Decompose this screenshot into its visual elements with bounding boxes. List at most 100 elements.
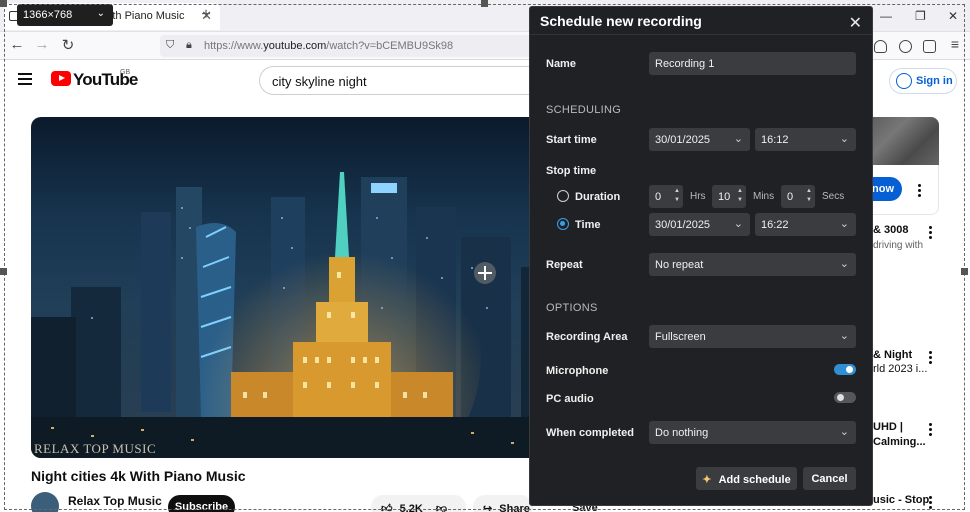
- rec-title-2[interactable]: & Night: [873, 349, 912, 361]
- duration-label[interactable]: Duration: [575, 191, 620, 203]
- pocket-icon[interactable]: [874, 40, 887, 53]
- start-time-value: 16:12: [761, 134, 789, 146]
- more-options-icon[interactable]: [929, 226, 933, 241]
- forward-icon[interactable]: →: [32, 36, 52, 53]
- channel-name[interactable]: Relax Top Music: [68, 494, 162, 508]
- recording-area-select[interactable]: Fullscreen ⌄: [649, 325, 856, 348]
- when-completed-select[interactable]: Do nothing ⌄: [649, 421, 856, 444]
- thumbs-up-icon[interactable]: 👍︎: [381, 503, 393, 512]
- rec-title-2b[interactable]: rld 2023 i...: [873, 363, 927, 375]
- subscribe-button[interactable]: Subscribe: [168, 495, 235, 512]
- add-schedule-label: Add schedule: [718, 474, 791, 486]
- channel-avatar[interactable]: [31, 492, 59, 512]
- start-date-value: 30/01/2025: [655, 134, 711, 146]
- stepper-arrows-icon[interactable]: ▲ ▼: [806, 187, 812, 205]
- resize-handle[interactable]: [481, 0, 488, 7]
- thumbs-down-icon[interactable]: 👎︎: [436, 503, 447, 512]
- address-bar[interactable]: ⛉ 🔒︎ https://www.youtube.com/watch?v=bCE…: [160, 35, 540, 57]
- extensions-icon[interactable]: [923, 40, 936, 53]
- share-button[interactable]: ↪ Share: [473, 495, 533, 512]
- rec-title-4[interactable]: usic - Stop: [873, 494, 929, 506]
- window-close-button[interactable]: ✕: [948, 9, 958, 23]
- duration-radio[interactable]: [557, 190, 569, 202]
- stepper-arrows-icon[interactable]: ▲ ▼: [674, 187, 680, 205]
- url-text: https://www.youtube.com/watch?v=bCEMBU9S…: [204, 40, 454, 52]
- back-icon[interactable]: ←: [7, 36, 27, 53]
- stop-time-value: 16:22: [761, 219, 789, 231]
- name-value: Recording 1: [655, 58, 715, 70]
- stop-time-select[interactable]: 16:22 ⌄: [755, 213, 856, 236]
- shield-icon[interactable]: ⛉: [166, 39, 174, 52]
- when-completed-value: Do nothing: [655, 427, 709, 439]
- like-count: 5.2K: [399, 503, 423, 512]
- move-handle-icon[interactable]: [474, 262, 496, 284]
- rec-meta-1: driving with: [873, 240, 924, 251]
- resolution-label: 1366×768: [23, 9, 73, 21]
- add-schedule-button[interactable]: ✦ Add schedule: [696, 467, 797, 490]
- secs-unit: Secs: [822, 191, 845, 202]
- rec-title-1[interactable]: & 3008: [873, 224, 908, 236]
- start-time-select[interactable]: 16:12 ⌄: [755, 128, 856, 151]
- lock-icon[interactable]: 🔒︎: [186, 39, 192, 52]
- hours-unit: Hrs: [690, 191, 706, 202]
- schedule-recording-dialog: Schedule new recording ✕ Name Recording …: [529, 6, 873, 506]
- recording-area-label: Recording Area: [546, 331, 628, 343]
- resolution-dropdown[interactable]: 1366×768 ⌄: [17, 4, 113, 26]
- share-icon: ↪: [483, 503, 493, 512]
- time-label[interactable]: Time: [575, 219, 600, 231]
- menu-icon[interactable]: ≡: [945, 36, 965, 52]
- options-header: OPTIONS: [546, 302, 598, 314]
- stepper-arrows-icon[interactable]: ▲ ▼: [737, 187, 743, 205]
- resize-handle[interactable]: [0, 0, 7, 7]
- microphone-toggle[interactable]: [834, 364, 856, 375]
- sign-in-label: Sign in: [916, 75, 953, 87]
- chevron-down-icon: ⌄: [733, 133, 743, 145]
- sign-in-button[interactable]: Sign in: [889, 68, 957, 94]
- duration-secs-stepper[interactable]: 0 ▲ ▼: [781, 185, 815, 208]
- divider: [530, 34, 872, 35]
- youtube-search-input[interactable]: city skyline night: [259, 66, 549, 95]
- rec-title-3[interactable]: UHD |: [873, 421, 903, 433]
- hours-value: 0: [655, 191, 662, 203]
- chevron-down-icon: ⌄: [839, 133, 849, 145]
- time-radio[interactable]: [557, 218, 569, 230]
- chevron-down-icon: ⌄: [839, 218, 849, 230]
- recording-area-value: Fullscreen: [655, 331, 706, 343]
- resize-handle[interactable]: [961, 268, 968, 275]
- more-options-icon[interactable]: [918, 184, 922, 199]
- repeat-value: No repeat: [655, 259, 704, 271]
- share-label: Share: [499, 503, 530, 512]
- chevron-down-icon: ⌄: [733, 218, 743, 230]
- new-tab-button[interactable]: +: [199, 6, 213, 24]
- pc-audio-toggle[interactable]: [834, 392, 856, 403]
- pc-audio-label: PC audio: [546, 393, 594, 405]
- resize-handle[interactable]: [0, 268, 7, 275]
- start-time-label: Start time: [546, 134, 597, 146]
- more-options-icon[interactable]: [929, 351, 933, 366]
- duration-mins-stepper[interactable]: 10 ▲ ▼: [712, 185, 746, 208]
- like-dislike-group[interactable]: 👍︎ 5.2K 👎︎: [371, 495, 466, 512]
- cancel-button[interactable]: Cancel: [803, 467, 856, 490]
- chevron-down-icon: ⌄: [839, 330, 849, 342]
- scheduling-header: SCHEDULING: [546, 104, 622, 116]
- account-icon[interactable]: [899, 40, 912, 53]
- video-watermark: RELAX TOP MUSIC: [34, 441, 157, 456]
- user-icon: [896, 73, 912, 89]
- rec-title-3b[interactable]: Calming...: [873, 436, 926, 448]
- more-options-icon[interactable]: [929, 496, 933, 511]
- stop-date-select[interactable]: 30/01/2025 ⌄: [649, 213, 750, 236]
- start-date-select[interactable]: 30/01/2025 ⌄: [649, 128, 750, 151]
- restore-button[interactable]: ❐: [915, 9, 926, 23]
- duration-hours-stepper[interactable]: 0 ▲ ▼: [649, 185, 683, 208]
- close-icon[interactable]: ✕: [849, 13, 862, 33]
- youtube-logo-icon[interactable]: [51, 71, 71, 86]
- name-field[interactable]: Recording 1: [649, 52, 856, 75]
- repeat-select[interactable]: No repeat ⌄: [649, 253, 856, 276]
- dialog-title: Schedule new recording: [540, 13, 702, 29]
- reload-icon[interactable]: ↻: [58, 36, 78, 54]
- hamburger-menu-icon[interactable]: [18, 73, 32, 88]
- more-options-icon[interactable]: [929, 423, 933, 438]
- chevron-down-icon: ⌄: [839, 258, 849, 270]
- minimize-button[interactable]: —: [880, 9, 892, 23]
- video-player[interactable]: [31, 117, 561, 458]
